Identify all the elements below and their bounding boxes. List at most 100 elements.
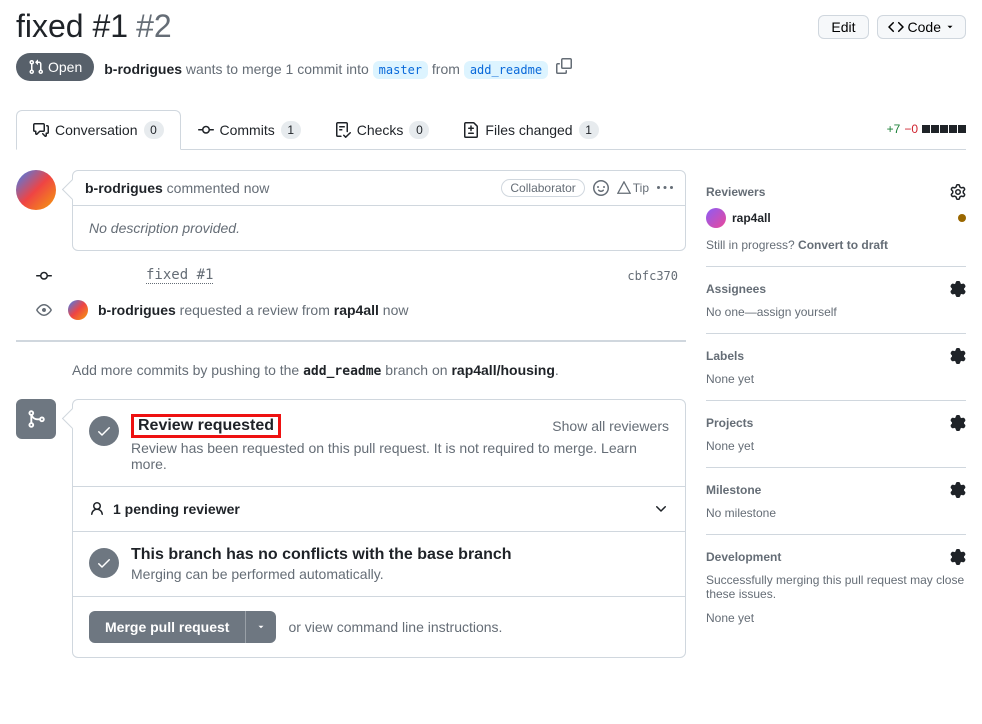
gear-icon[interactable] <box>950 348 966 364</box>
tab-files-count: 1 <box>579 121 599 139</box>
tab-checks[interactable]: Checks 0 <box>318 110 447 150</box>
show-all-reviewers-link[interactable]: Show all reviewers <box>552 418 669 434</box>
sidebar-development-body: Successfully merging this pull request m… <box>706 573 966 601</box>
tab-checks-count: 0 <box>409 121 429 139</box>
gear-icon[interactable] <box>950 549 966 565</box>
sidebar-labels-title: Labels <box>706 349 744 363</box>
gear-icon[interactable] <box>950 482 966 498</box>
cli-instructions-link[interactable]: command line instructions. <box>337 619 503 635</box>
git-merge-icon <box>26 409 46 429</box>
pr-title: fixed #1 <box>16 8 128 45</box>
sidebar-milestone-body: No milestone <box>706 506 966 520</box>
sidebar-assignees-title: Assignees <box>706 282 766 296</box>
tab-conversation[interactable]: Conversation 0 <box>16 110 181 150</box>
state-label: Open <box>48 59 82 75</box>
sidebar-projects-body: None yet <box>706 439 966 453</box>
base-branch[interactable]: master <box>373 61 428 79</box>
sidebar-milestone-title: Milestone <box>706 483 761 497</box>
caret-down-icon <box>945 22 955 32</box>
sidebar-reviewers-title: Reviewers <box>706 185 765 199</box>
convert-draft-link[interactable]: Convert to draft <box>798 238 888 252</box>
no-conflicts-title: This branch has no conflicts with the ba… <box>131 546 512 564</box>
meta-text: b-rodrigues wants to merge 1 commit into… <box>104 58 572 77</box>
commit-row: fixed #1 cbfc370 <box>16 267 686 284</box>
kebab-icon[interactable] <box>657 180 673 196</box>
no-conflicts-body: Merging can be performed automatically. <box>131 566 512 582</box>
head-branch[interactable]: add_readme <box>464 61 548 79</box>
pull-request-icon <box>28 59 44 75</box>
code-button[interactable]: Code <box>877 15 966 39</box>
event-target[interactable]: rap4all <box>334 302 379 318</box>
check-icon <box>96 423 112 439</box>
copy-icon[interactable] <box>556 58 572 74</box>
merge-options-caret[interactable] <box>245 611 276 643</box>
tab-files-label: Files changed <box>485 122 572 138</box>
merge-panel: Review requested Show all reviewers Revi… <box>72 399 686 658</box>
diff-blocks-icon <box>922 125 966 133</box>
sidebar-labels-body: None yet <box>706 372 966 386</box>
sidebar-assignees-body: No one—assign yourself <box>706 305 966 319</box>
caret-down-icon <box>256 622 266 632</box>
reviewer-row[interactable]: rap4all <box>706 208 966 228</box>
copilot-tip[interactable]: Tip <box>617 181 649 195</box>
edit-button[interactable]: Edit <box>818 15 868 39</box>
file-diff-icon <box>463 122 479 138</box>
commit-icon <box>36 268 52 284</box>
commit-icon <box>198 122 214 138</box>
gear-icon[interactable] <box>950 281 966 297</box>
diff-deletions: −0 <box>904 122 918 136</box>
push-hint: Add more commits by pushing to the add_r… <box>72 362 686 379</box>
state-badge: Open <box>16 53 94 81</box>
review-requested-event: b-rodrigues requested a review from rap4… <box>16 300 686 320</box>
person-icon <box>89 501 105 517</box>
chevron-down-icon <box>653 501 669 517</box>
sidebar-development-title: Development <box>706 550 781 564</box>
commit-sha[interactable]: cbfc370 <box>627 269 678 283</box>
eye-icon <box>36 302 52 318</box>
avatar[interactable] <box>16 170 56 210</box>
tab-commits-count: 1 <box>281 121 301 139</box>
pending-reviewer-row[interactable]: 1 pending reviewer <box>89 501 669 517</box>
tab-conversation-count: 0 <box>144 121 164 139</box>
status-circle <box>89 416 119 446</box>
gear-icon[interactable] <box>950 184 966 200</box>
review-requested-title: Review requested <box>138 417 274 434</box>
comment-box: b-rodrigues commented now Collaborator T… <box>72 170 686 251</box>
sidebar-projects-title: Projects <box>706 416 753 430</box>
merge-pull-request-button[interactable]: Merge pull request <box>89 611 245 643</box>
comment-discussion-icon <box>33 122 49 138</box>
status-circle <box>89 548 119 578</box>
meta-author[interactable]: b-rodrigues <box>104 61 182 77</box>
pending-dot-icon <box>958 214 966 222</box>
merge-icon-box <box>16 399 56 439</box>
convert-draft-row: Still in progress? Convert to draft <box>706 238 966 252</box>
role-badge: Collaborator <box>501 179 584 197</box>
reviewer-name: rap4all <box>732 211 771 225</box>
tab-checks-label: Checks <box>357 122 404 138</box>
event-time: now <box>379 302 409 318</box>
smiley-icon[interactable] <box>593 180 609 196</box>
comment-body: No description provided. <box>73 206 685 250</box>
review-requested-body: Review has been requested on this pull r… <box>131 440 669 472</box>
avatar[interactable] <box>68 300 88 320</box>
diffstat: +7 −0 <box>887 122 966 136</box>
diff-additions: +7 <box>887 122 901 136</box>
code-button-label: Code <box>908 19 941 35</box>
tab-commits-label: Commits <box>220 122 275 138</box>
event-author[interactable]: b-rodrigues <box>98 302 176 318</box>
or-view-text: or view command line instructions. <box>288 619 502 635</box>
pr-title-wrap: fixed #1 #2 <box>16 8 172 45</box>
tab-files[interactable]: Files changed 1 <box>446 110 615 150</box>
tab-conversation-label: Conversation <box>55 122 138 138</box>
avatar <box>706 208 726 228</box>
comment-author[interactable]: b-rodrigues <box>85 180 163 196</box>
tab-commits[interactable]: Commits 1 <box>181 110 318 150</box>
comment-time[interactable]: now <box>244 180 270 196</box>
check-icon <box>96 555 112 571</box>
commit-message[interactable]: fixed #1 <box>146 267 213 284</box>
checklist-icon <box>335 122 351 138</box>
pr-number: #2 <box>136 8 172 45</box>
gear-icon[interactable] <box>950 415 966 431</box>
sidebar-development-none: None yet <box>706 611 966 625</box>
assign-yourself-link[interactable]: assign yourself <box>757 305 837 319</box>
